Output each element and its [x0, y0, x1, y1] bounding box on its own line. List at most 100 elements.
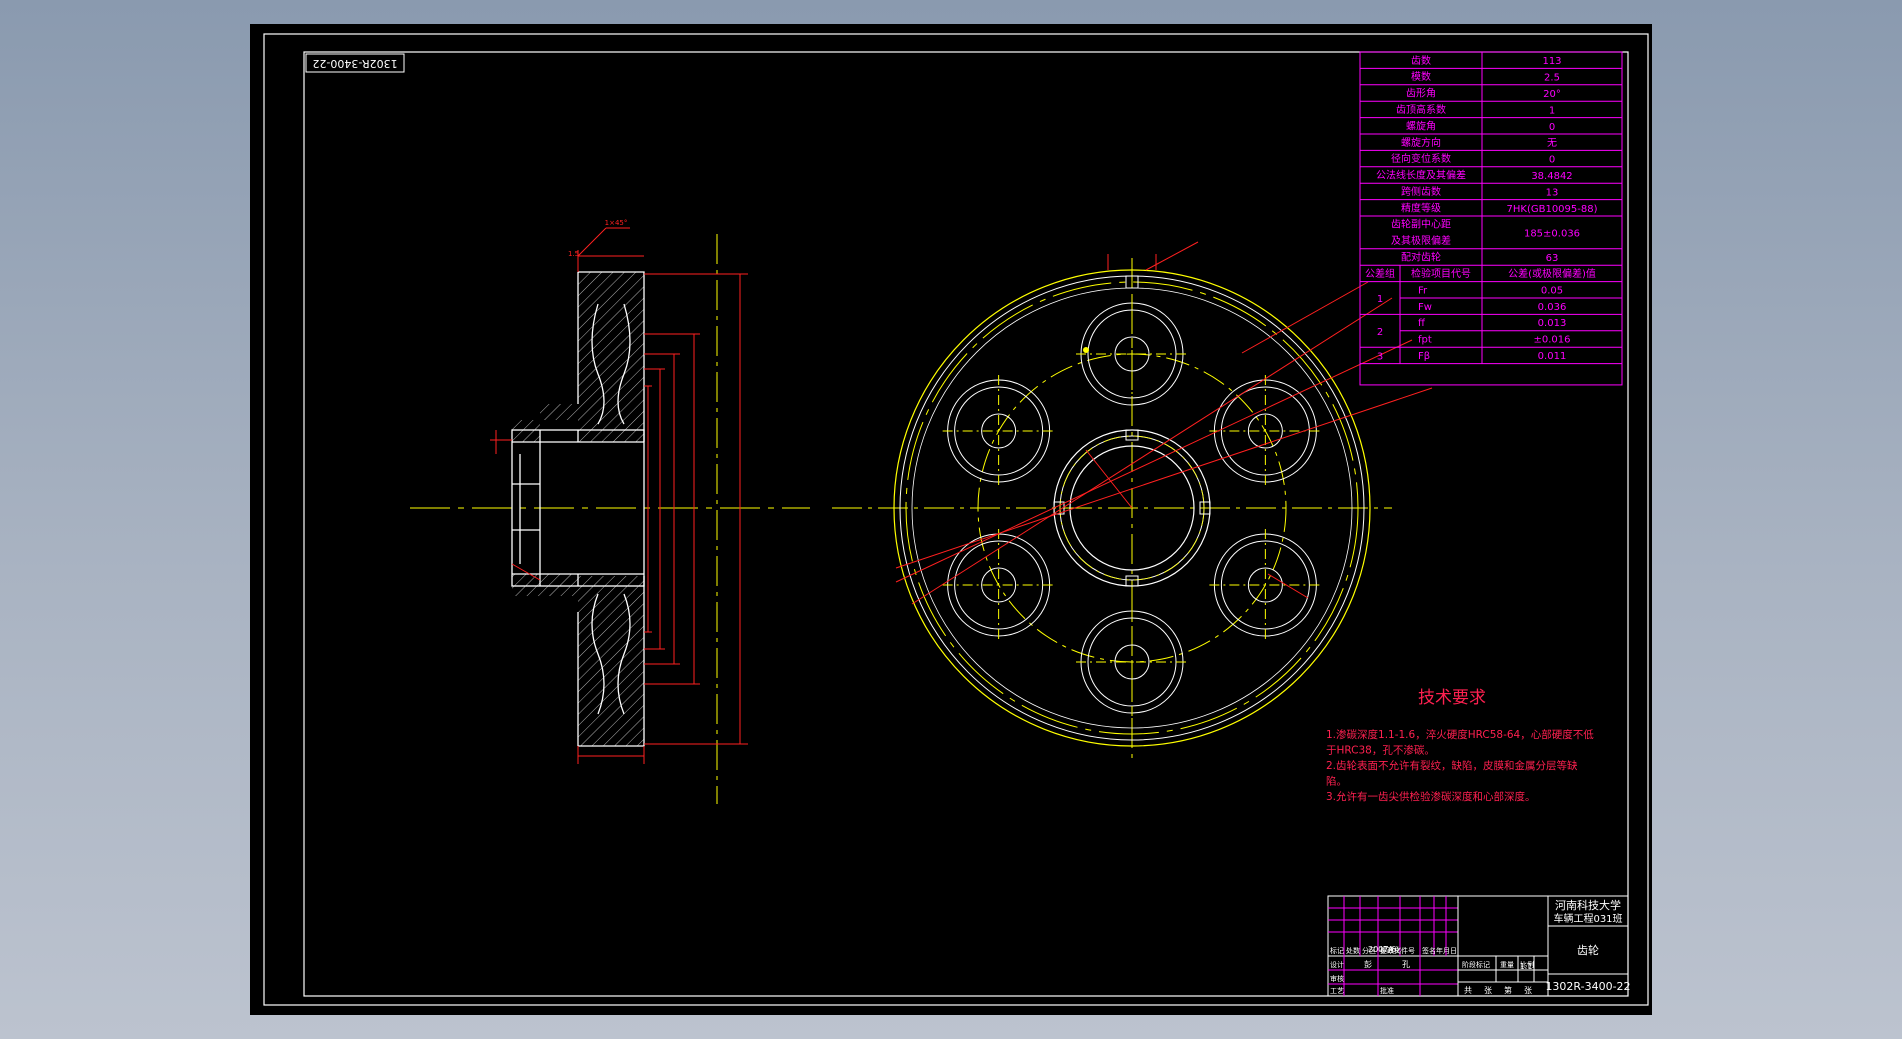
- cad-viewport[interactable]: 1302R-3400-22 1×45° 1.5 齿数 113 模数 2.5 齿形…: [250, 24, 1652, 1015]
- param-row: 齿形角 20°: [1360, 84, 1622, 102]
- tolerance-value: 0.036: [1538, 302, 1567, 313]
- param-row: 精度等级 7HK(GB10095-88): [1360, 199, 1622, 216]
- part-name: 齿轮: [1577, 943, 1599, 957]
- tolerance-value: ±0.016: [1533, 335, 1570, 346]
- param-row: 齿数 113: [1360, 51, 1622, 69]
- param-name: 模数: [1411, 70, 1431, 83]
- sign-label: 批准: [1380, 986, 1394, 995]
- param-name: 齿轮副中心距: [1391, 217, 1451, 230]
- param-value: 63: [1546, 253, 1559, 264]
- param-name: 齿顶高系数: [1396, 103, 1446, 116]
- tech-req-title: 技术要求: [1418, 688, 1486, 708]
- param-value: 2.5: [1544, 73, 1560, 84]
- param-row: 齿顶高系数 1: [1360, 100, 1622, 118]
- tolerance-group: 1: [1377, 294, 1383, 305]
- dim-chamfer-len: 1.5: [568, 250, 579, 258]
- gear-front-view: [832, 241, 1433, 758]
- rev-label: 标记: [1330, 946, 1344, 955]
- param-value: 0: [1549, 122, 1555, 133]
- param-name: 齿形角: [1406, 88, 1436, 100]
- param-name: 齿数: [1411, 54, 1431, 67]
- tolerance-code: ff: [1418, 318, 1426, 329]
- rev-label: 分区: [1362, 946, 1376, 955]
- tolerance-group: 3: [1377, 351, 1383, 362]
- param-value: 13: [1546, 187, 1559, 198]
- param-value: 0: [1549, 155, 1555, 166]
- svg-text:公差(或极限偏差)值: 公差(或极限偏差)值: [1508, 267, 1596, 280]
- param-row: 公法线长度及其偏差 38.4842: [1360, 166, 1622, 184]
- student-name: 孔: [1402, 960, 1410, 969]
- gear-section-view: 1×45° 1.5: [410, 219, 810, 804]
- tolerance-value: 0.011: [1538, 351, 1567, 362]
- param-value: 185±0.036: [1524, 228, 1580, 239]
- tolerance-value: 0.013: [1538, 318, 1567, 329]
- sheet-label: 张: [1484, 986, 1492, 995]
- tolerance-row: fpt ±0.016: [1400, 330, 1622, 346]
- tolerance-code: fpt: [1418, 335, 1432, 346]
- technical-requirements: 技术要求 1.渗碳深度1.1-1.6，淬火硬度HRC58-64，心部硬度不低于H…: [1326, 688, 1594, 803]
- rev-label: 签名: [1422, 946, 1436, 955]
- param-row: 螺旋角 0: [1360, 117, 1622, 134]
- title-block: 河南科技大学 车辆工程031班 齿轮 1302R-3400-22 1:1 200…: [1327, 895, 1631, 997]
- mark-label: 阶段标记: [1462, 960, 1490, 969]
- param-name: 配对齿轮: [1401, 251, 1441, 264]
- param-name-extra: 及其极限偏差: [1391, 234, 1451, 247]
- sign-label: 工艺: [1330, 987, 1344, 995]
- tolerance-code: Fr: [1418, 285, 1428, 296]
- lightening-hole: [1076, 606, 1188, 718]
- param-name: 公法线长度及其偏差: [1376, 169, 1466, 182]
- drawing-canvas: 1302R-3400-22 1×45° 1.5 齿数 113模数 2.5齿形角 …: [263, 33, 1649, 1006]
- sign-label: 标准化: [1380, 945, 1401, 954]
- sign-label: 设计: [1330, 960, 1344, 969]
- sheet-label: 共: [1464, 986, 1472, 995]
- param-row: 螺旋方向 无: [1360, 133, 1622, 151]
- gear-parameter-table: 齿数 113模数 2.5齿形角 20°齿顶高系数 1螺旋角 0螺旋方向 无径向变位系数 0公法…: [1359, 51, 1623, 386]
- mark-label: 比例: [1520, 960, 1534, 969]
- school-name: 河南科技大学: [1555, 898, 1621, 912]
- param-name: 螺旋方向: [1401, 136, 1441, 149]
- dim-chamfer-label: 1×45°: [605, 219, 628, 227]
- param-value: 113: [1542, 56, 1561, 67]
- tech-req-line: 1.渗碳深度1.1-1.6，淬火硬度HRC58-64，心部硬度不低: [1326, 728, 1594, 741]
- lightening-hole: [1209, 529, 1322, 641]
- tech-req-line: 3.允许有一齿尖供检验渗碳深度和心部深度。: [1326, 790, 1536, 803]
- rev-label: 处数: [1346, 946, 1360, 955]
- mark-label: 重量: [1500, 961, 1514, 969]
- param-row: 跨侧齿数 13: [1360, 182, 1622, 200]
- param-row: 齿轮副中心距及其极限偏差 185±0.036: [1360, 215, 1622, 249]
- tolerance-row: 2 ff 0.013: [1360, 313, 1622, 338]
- param-row: 模数 2.5: [1360, 67, 1622, 85]
- param-value: 无: [1547, 138, 1557, 149]
- rev-label: 年月日: [1436, 946, 1457, 955]
- param-value: 38.4842: [1531, 171, 1572, 182]
- tolerance-row: 1 Fr 0.05: [1360, 281, 1622, 305]
- designer-name: 彭: [1364, 959, 1372, 969]
- flipped-number-box: 1302R-3400-22: [305, 53, 405, 73]
- drawing-number: 1302R-3400-22: [1545, 980, 1630, 993]
- param-value: 7HK(GB10095-88): [1507, 204, 1598, 215]
- param-value: 20°: [1543, 89, 1561, 100]
- param-name: 跨侧齿数: [1401, 185, 1441, 198]
- tolerance-row: Fw 0.036: [1400, 297, 1622, 313]
- tolerance-group: 2: [1377, 327, 1383, 338]
- tolerance-code: Fβ: [1418, 351, 1430, 362]
- flipped-number-text: 1302R-3400-22: [312, 57, 397, 70]
- tolerance-value: 0.05: [1541, 285, 1563, 296]
- tech-req-line: 2.齿轮表面不允许有裂纹，缺陷，皮膜和金属分层等缺: [1326, 759, 1578, 772]
- sheet-label: 第: [1504, 985, 1512, 995]
- svg-text:公差组: 公差组: [1365, 267, 1395, 280]
- lightening-hole: [942, 529, 1055, 641]
- tech-req-line: 陷。: [1326, 775, 1347, 788]
- param-row: 径向变位系数 0: [1360, 149, 1622, 167]
- class-name: 车辆工程031班: [1553, 912, 1622, 925]
- param-name: 精度等级: [1401, 201, 1441, 214]
- param-name: 螺旋角: [1406, 119, 1436, 132]
- tech-req-line: 于HRC38，孔不渗碳。: [1326, 744, 1435, 757]
- param-row: 配对齿轮 63: [1360, 248, 1622, 266]
- sheet-label: 张: [1524, 986, 1532, 995]
- lightening-hole: [942, 375, 1055, 487]
- svg-text:检验项目代号: 检验项目代号: [1411, 267, 1471, 280]
- param-name: 径向变位系数: [1391, 152, 1451, 165]
- tolerance-row: 3 Fβ 0.011: [1360, 346, 1622, 362]
- tolerance-code: Fw: [1418, 302, 1432, 313]
